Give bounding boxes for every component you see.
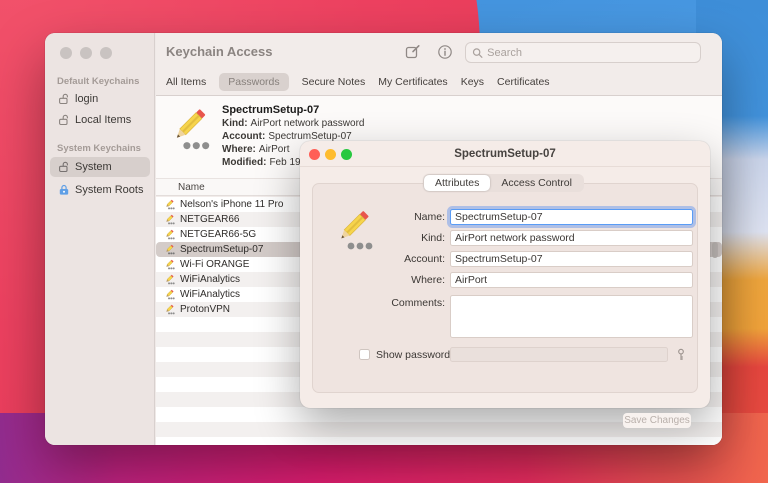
tab-secure-notes[interactable]: Secure Notes bbox=[302, 76, 366, 88]
sidebar-section-default-keychains: Default Keychains bbox=[57, 76, 139, 87]
dialog-title: SpectrumSetup-07 bbox=[300, 148, 710, 160]
account-field[interactable] bbox=[450, 251, 693, 267]
save-changes-button[interactable]: Save Changes bbox=[623, 413, 691, 428]
sidebar-item-label: System Roots bbox=[75, 184, 143, 196]
window-title: Keychain Access bbox=[166, 44, 272, 59]
detail-kind: Kind:AirPort network password bbox=[222, 118, 364, 129]
name-label: Name: bbox=[313, 211, 445, 223]
network-password-pencil-icon bbox=[164, 104, 214, 154]
sidebar-item-local-items[interactable]: Local Items bbox=[50, 110, 150, 130]
pencil-icon bbox=[164, 259, 175, 270]
tab-attributes[interactable]: Attributes bbox=[424, 175, 490, 191]
detail-where: Where:AirPort bbox=[222, 144, 289, 155]
sidebar-item-login[interactable]: login bbox=[50, 89, 150, 109]
dialog-titlebar[interactable]: SpectrumSetup-07 bbox=[300, 141, 710, 167]
where-field[interactable] bbox=[450, 272, 693, 288]
locked-padlock-icon bbox=[58, 184, 70, 196]
pencil-icon bbox=[164, 304, 175, 315]
detail-modified: Modified:Feb 19 bbox=[222, 157, 301, 168]
close-button[interactable] bbox=[60, 47, 72, 59]
zoom-button[interactable] bbox=[100, 47, 112, 59]
password-assistant-key-icon[interactable] bbox=[674, 348, 688, 362]
comments-field[interactable] bbox=[450, 295, 693, 338]
kind-field[interactable] bbox=[450, 230, 693, 246]
tab-all-items[interactable]: All Items bbox=[166, 76, 206, 88]
tab-passwords[interactable]: Passwords bbox=[219, 73, 288, 91]
account-label: Account: bbox=[313, 253, 445, 265]
search-icon bbox=[472, 47, 483, 59]
show-password-label: Show password: bbox=[376, 349, 453, 361]
unlocked-padlock-icon bbox=[58, 114, 70, 126]
pencil-icon bbox=[164, 214, 175, 225]
item-detail-dialog: SpectrumSetup-07 Name: Kind: bbox=[300, 141, 710, 408]
tab-my-certificates[interactable]: My Certificates bbox=[378, 76, 447, 88]
attributes-panel: Name: Kind: Account: Where: Comments: bbox=[312, 183, 698, 393]
unlocked-padlock-icon bbox=[58, 161, 70, 173]
sidebar-item-system-roots[interactable]: System Roots bbox=[50, 180, 150, 200]
unlocked-padlock-icon bbox=[58, 93, 70, 105]
sidebar: Default Keychains login Local Items Syst… bbox=[45, 33, 155, 445]
desktop: Default Keychains login Local Items Syst… bbox=[0, 0, 768, 483]
pencil-icon bbox=[164, 244, 175, 255]
tab-keys[interactable]: Keys bbox=[461, 76, 484, 88]
search-input[interactable] bbox=[487, 47, 694, 59]
scrollbar-thumb[interactable] bbox=[712, 242, 718, 258]
pencil-icon bbox=[164, 274, 175, 285]
sidebar-section-system-keychains: System Keychains bbox=[57, 143, 141, 154]
minimize-button[interactable] bbox=[80, 47, 92, 59]
new-item-button[interactable] bbox=[405, 44, 423, 60]
tab-access-control[interactable]: Access Control bbox=[490, 175, 583, 191]
dialog-tabs: Attributes Access Control bbox=[423, 174, 584, 192]
sidebar-item-system[interactable]: System bbox=[50, 157, 150, 177]
password-field[interactable] bbox=[450, 347, 668, 362]
tab-certificates[interactable]: Certificates bbox=[497, 76, 550, 88]
where-label: Where: bbox=[313, 274, 445, 286]
pencil-icon bbox=[164, 289, 175, 300]
show-password-checkbox[interactable] bbox=[359, 349, 370, 360]
pencil-icon bbox=[164, 199, 175, 210]
search-field[interactable] bbox=[465, 42, 701, 63]
category-tabbar: All Items Passwords Secure Notes My Cert… bbox=[156, 68, 722, 96]
name-field[interactable] bbox=[450, 209, 693, 225]
kind-label: Kind: bbox=[313, 232, 445, 244]
info-button[interactable] bbox=[437, 44, 455, 60]
detail-title: SpectrumSetup-07 bbox=[222, 104, 319, 116]
sidebar-item-label: Local Items bbox=[75, 114, 131, 126]
comments-label: Comments: bbox=[313, 297, 445, 309]
pencil-icon bbox=[164, 229, 175, 240]
sidebar-item-label: login bbox=[75, 93, 98, 105]
sidebar-item-label: System bbox=[75, 161, 112, 173]
